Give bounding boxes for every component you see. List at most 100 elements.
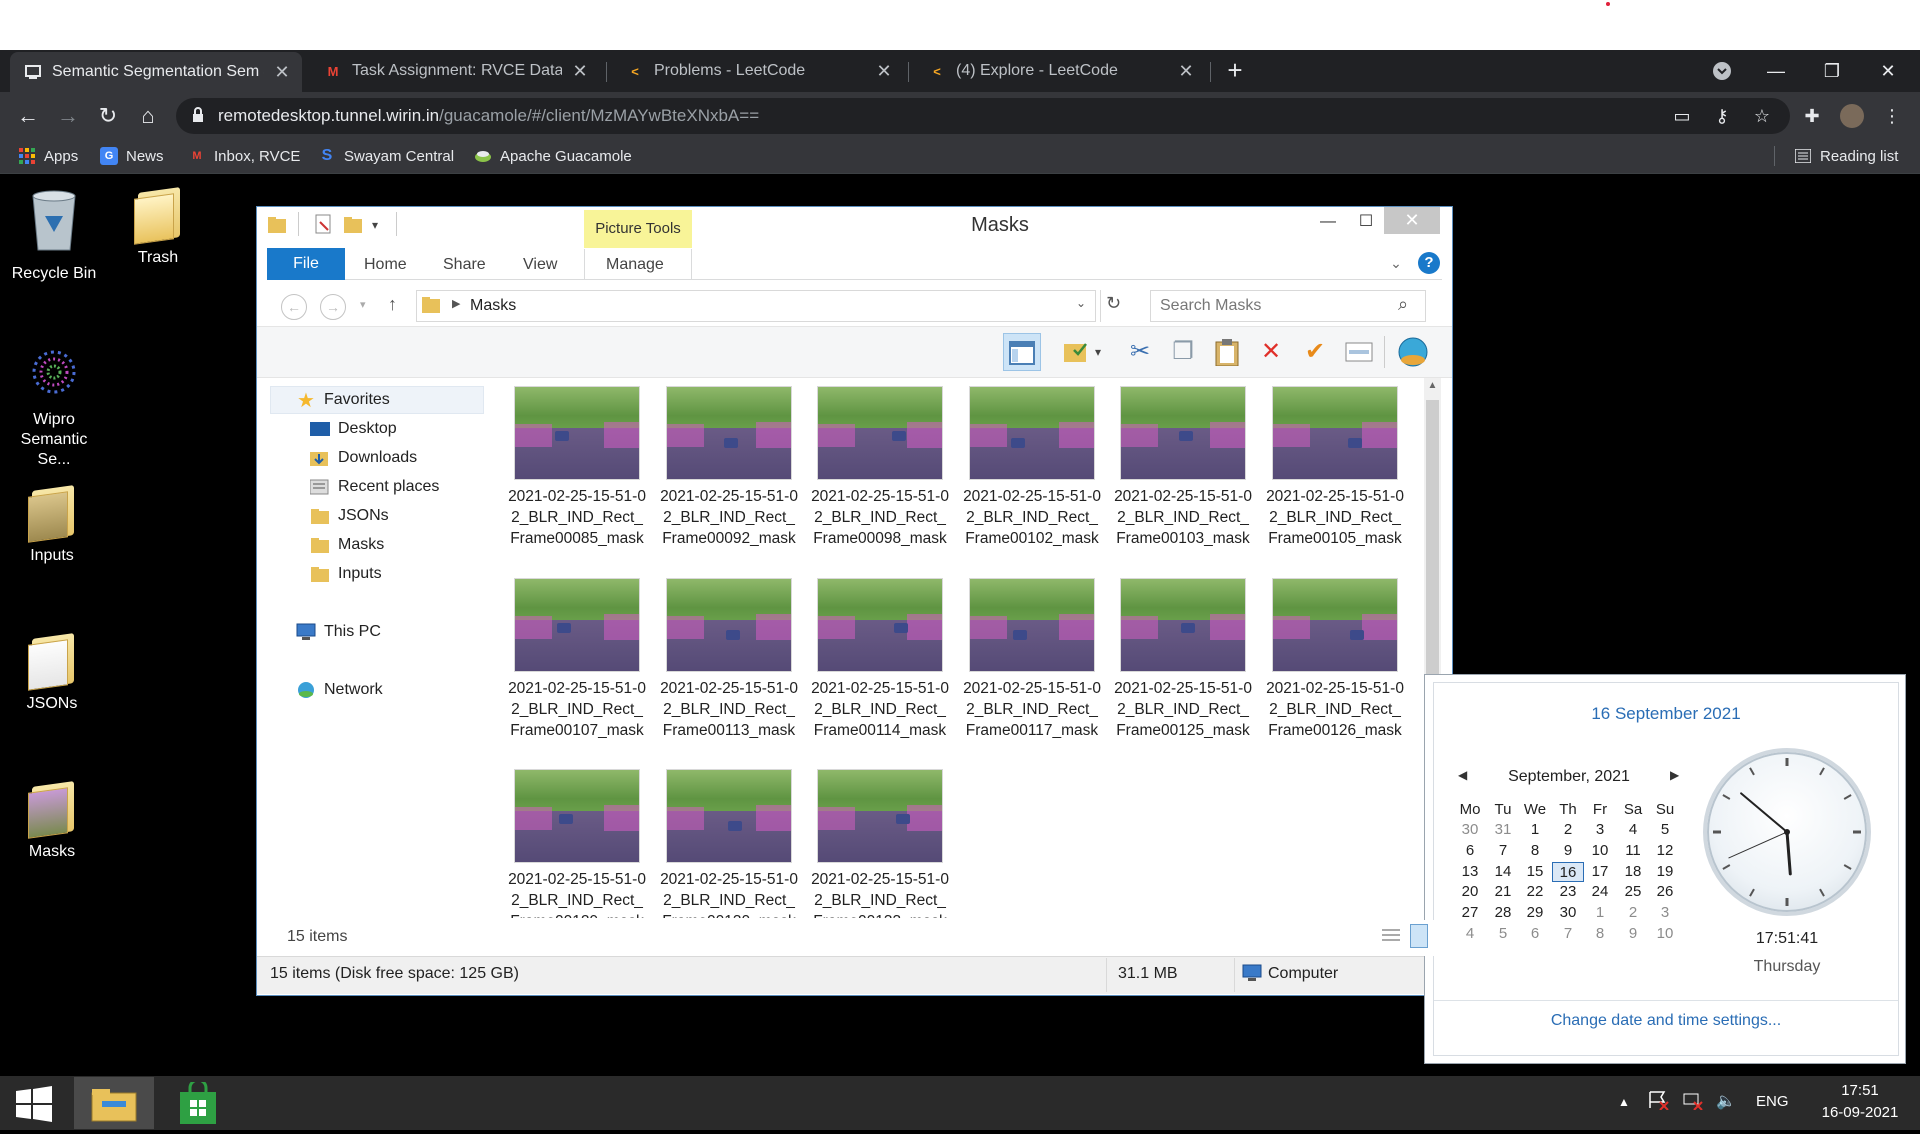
previous-month-icon[interactable]: ◀	[1458, 768, 1467, 782]
tab-home[interactable]: Home	[364, 248, 407, 280]
tab-close-icon[interactable]: ✕	[874, 61, 894, 82]
nav-masks[interactable]: Masks	[310, 533, 384, 557]
calendar-day[interactable]: 3	[1584, 820, 1616, 840]
network-status-icon[interactable]	[1682, 1090, 1704, 1118]
explorer-title-bar[interactable]	[257, 207, 1452, 251]
address-dropdown-icon[interactable]: ⌄	[1076, 296, 1086, 310]
file-item[interactable]: 2021-02-25-15-51-02_BLR_IND_Rect_Frame00…	[810, 386, 950, 570]
refresh-icon[interactable]: ↻	[1106, 293, 1121, 314]
calendar-day[interactable]: 22	[1519, 882, 1551, 902]
file-item[interactable]: 2021-02-25-15-51-02_BLR_IND_Rect_Frame00…	[1265, 578, 1405, 762]
calendar-day[interactable]: 13	[1454, 862, 1486, 882]
calendar-day[interactable]: 29	[1519, 903, 1551, 923]
tab-close-icon[interactable]: ✕	[1176, 61, 1196, 82]
calendar-day[interactable]: 20	[1454, 882, 1486, 902]
restore-window-button[interactable]: ❐	[1812, 54, 1852, 88]
calendar-day[interactable]: 1	[1584, 903, 1616, 923]
calendar-day[interactable]: 25	[1617, 882, 1649, 902]
calendar-day[interactable]: 21	[1487, 882, 1519, 902]
desktop-icon-jsons[interactable]: JSONs	[2, 632, 102, 714]
calendar-day[interactable]: 2	[1552, 820, 1584, 840]
file-item[interactable]: 2021-02-25-15-51-02_BLR_IND_Rect_Frame00…	[1113, 578, 1253, 762]
back-button[interactable]: ←	[12, 100, 44, 132]
next-month-icon[interactable]: ▶	[1670, 768, 1679, 782]
desktop-icon-masks[interactable]: Masks	[2, 780, 102, 862]
network-globe-icon[interactable]	[1394, 333, 1432, 371]
calendar-day[interactable]: 11	[1617, 841, 1649, 861]
file-item[interactable]: 2021-02-25-15-51-02_BLR_IND_Rect_Frame00…	[962, 578, 1102, 762]
desktop-icon-trash[interactable]: Trash	[108, 186, 208, 268]
calendar-day[interactable]: 3	[1649, 903, 1681, 923]
recent-locations-icon[interactable]: ▾	[360, 298, 366, 311]
browser-tab-leetcode-problems[interactable]: < Problems - LeetCode ✕	[612, 54, 904, 88]
browser-tab-active[interactable]: Semantic Segmentation Sem 4 B ✕	[10, 52, 302, 92]
nav-favorites[interactable]: ★ Favorites	[296, 388, 390, 412]
clipboard-icon[interactable]: ▭	[1670, 104, 1694, 128]
open-with-dropdown-icon[interactable]: ▾	[1090, 333, 1106, 371]
url-text[interactable]: remotedesktop.tunnel.wirin.in/guacamole/…	[218, 104, 759, 128]
tab-close-icon[interactable]: ✕	[272, 62, 292, 83]
properties-icon[interactable]	[314, 214, 334, 234]
nav-downloads[interactable]: Downloads	[310, 446, 417, 470]
calendar-day[interactable]: 14	[1487, 862, 1519, 882]
calendar-day[interactable]: 30	[1454, 820, 1486, 840]
taskbar-store[interactable]	[176, 1078, 220, 1126]
calendar-day[interactable]: 31	[1487, 820, 1519, 840]
calendar-day[interactable]: 7	[1552, 924, 1584, 944]
calendar-day[interactable]: 10	[1649, 924, 1681, 944]
calendar-day[interactable]: 9	[1552, 841, 1584, 861]
desktop-icon-inputs[interactable]: Inputs	[2, 484, 102, 566]
volume-icon[interactable]: 🔈	[1716, 1090, 1736, 1114]
calendar-day[interactable]: 28	[1487, 903, 1519, 923]
calendar-day[interactable]: 26	[1649, 882, 1681, 902]
calendar-day[interactable]: 27	[1454, 903, 1486, 923]
start-button[interactable]	[14, 1086, 54, 1122]
calendar-day[interactable]: 8	[1584, 924, 1616, 944]
tab-view[interactable]: View	[523, 248, 557, 280]
close-window-button[interactable]: ✕	[1868, 54, 1908, 88]
calendar-day[interactable]: 15	[1519, 862, 1551, 882]
file-item[interactable]: 2021-02-25-15-51-02_BLR_IND_Rect_Frame00…	[962, 386, 1102, 570]
explorer-maximize-button[interactable]: ☐	[1350, 210, 1382, 234]
breadcrumb-arrow-icon[interactable]: ▶	[452, 297, 460, 310]
bookmark-guacamole[interactable]: Apache Guacamole	[474, 144, 632, 168]
preview-pane-icon[interactable]	[1003, 333, 1041, 371]
calendar-day[interactable]: 1	[1519, 820, 1551, 840]
bookmark-swayam[interactable]: S Swayam Central	[318, 144, 454, 168]
nav-this-pc[interactable]: This PC	[296, 620, 381, 644]
tab-share[interactable]: Share	[443, 248, 486, 280]
explorer-close-button[interactable]: ✕	[1384, 207, 1440, 234]
calendar-day[interactable]: 6	[1454, 841, 1486, 861]
properties-toolbar-icon[interactable]	[1340, 333, 1378, 371]
nav-recent-places[interactable]: Recent places	[310, 475, 439, 499]
cut-icon[interactable]: ✂	[1121, 333, 1159, 371]
profile-avatar[interactable]	[1840, 104, 1864, 128]
explorer-minimize-button[interactable]: —	[1312, 210, 1344, 234]
explorer-address-bar[interactable]	[416, 290, 1096, 322]
nav-inputs[interactable]: Inputs	[310, 562, 382, 586]
desktop-icon-recycle-bin[interactable]: Recycle Bin	[4, 186, 104, 284]
input-language[interactable]: ENG	[1756, 1090, 1789, 1114]
nav-jsons[interactable]: JSONs	[310, 504, 389, 528]
delete-icon[interactable]: ✕	[1252, 333, 1290, 371]
calendar-day[interactable]: 9	[1617, 924, 1649, 944]
browser-tab-gmail[interactable]: M Task Assignment: RVCE Dataset S ✕	[310, 54, 600, 88]
new-folder-icon[interactable]	[344, 216, 364, 234]
calendar-day[interactable]: 4	[1454, 924, 1486, 944]
calendar-day[interactable]: 12	[1649, 841, 1681, 861]
calendar-day[interactable]: 5	[1649, 820, 1681, 840]
new-tab-button[interactable]: +	[1220, 56, 1250, 86]
file-item[interactable]: 2021-02-25-15-51-02_BLR_IND_Rect_Frame00…	[659, 386, 799, 570]
flyout-long-date[interactable]: 16 September 2021	[1433, 704, 1899, 724]
bookmark-inbox-rvce[interactable]: M Inbox, RVCE	[188, 144, 300, 168]
show-hidden-icons-icon[interactable]: ▲	[1618, 1090, 1630, 1114]
calendar-day[interactable]: 5	[1487, 924, 1519, 944]
reload-button[interactable]: ↻	[92, 100, 124, 132]
tab-close-icon[interactable]: ✕	[570, 61, 590, 82]
tab-manage[interactable]: Manage	[606, 248, 664, 280]
bookmark-news[interactable]: G News	[100, 144, 164, 168]
search-icon[interactable]: ⌕	[1398, 294, 1408, 315]
forward-button[interactable]: →	[52, 100, 84, 132]
reading-list-button[interactable]: Reading list	[1794, 144, 1898, 168]
calendar-day[interactable]: 8	[1519, 841, 1551, 861]
